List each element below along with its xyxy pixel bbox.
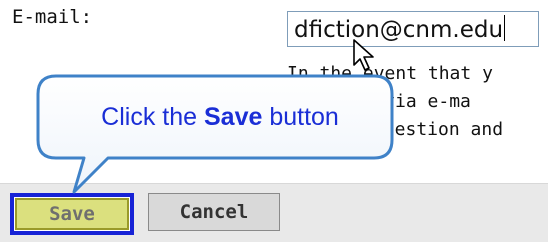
callout-suffix: button [262, 103, 339, 131]
callout-prefix: Click the [101, 103, 204, 131]
callout-text: Click the Save button [54, 94, 386, 140]
mouse-pointer-icon [353, 39, 374, 71]
callout-emphasis: Save [203, 103, 263, 131]
